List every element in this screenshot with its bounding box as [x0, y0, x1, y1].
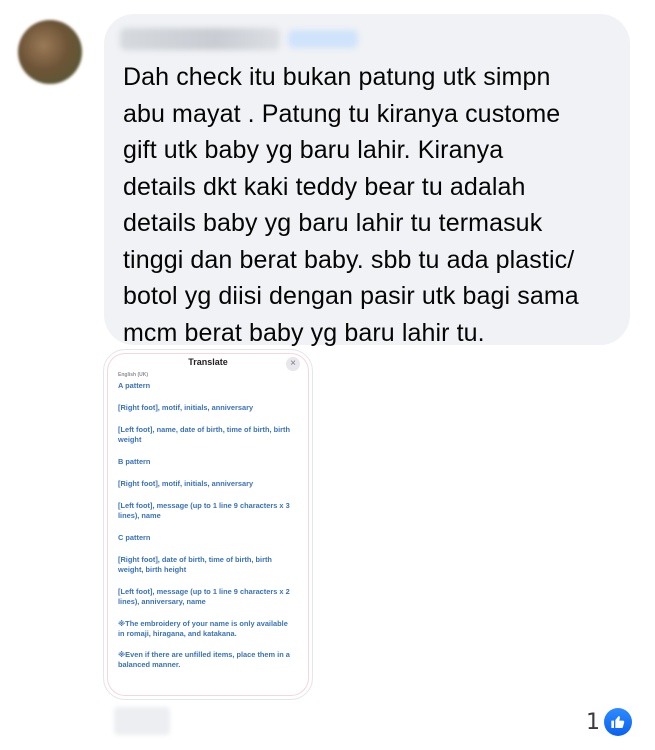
comment-line: botol yg diisi dengan pasir utk bagi sam… — [123, 282, 579, 310]
translation-item: ※The embroidery of your name is only ava… — [118, 619, 288, 638]
reaction-summary[interactable]: 1 — [586, 706, 632, 738]
author-name-blurred[interactable] — [120, 28, 280, 50]
translate-language: English (UK) — [118, 372, 148, 378]
translation-item: B pattern — [118, 457, 151, 466]
comment-line: Dah check itu bukan patung utk simpn — [123, 63, 551, 91]
close-icon: × — [286, 357, 300, 371]
translation-item: C pattern — [118, 533, 151, 542]
attached-screenshot[interactable]: Translate × English (UK) A pattern [Righ… — [103, 349, 313, 700]
commenter-avatar[interactable] — [18, 20, 82, 84]
translation-item: ※Even if there are unfilled items, place… — [118, 650, 290, 669]
translation-item: [Right foot], motif, initials, anniversa… — [118, 403, 254, 412]
comment-text: Dah check itu bukan patung utk simpn abu… — [123, 59, 618, 351]
translation-item: [Left foot], message (up to 1 line 9 cha… — [118, 501, 290, 520]
comment-bubble: Dah check itu bukan patung utk simpn abu… — [104, 14, 630, 347]
comment-line: details dkt kaki teddy bear tu adalah — [123, 172, 526, 201]
comment-line: tinggi dan berat baby. sbb tu ada plasti… — [123, 245, 575, 274]
translation-item: [Right foot], motif, initials, anniversa… — [118, 479, 254, 488]
comment-line: abu mayat . Patung tu kiranya custome — [123, 99, 561, 128]
translation-item: A pattern — [118, 381, 151, 390]
action-links-blurred — [114, 707, 170, 735]
translate-header: Translate × — [104, 350, 312, 374]
translation-item: [Left foot], name, date of birth, time o… — [118, 425, 291, 444]
reaction-count: 1 — [586, 709, 600, 735]
comment-line: mcm berat baby yg baru lahir tu. — [123, 318, 485, 347]
comment-line: details baby yg baru lahir tu termasuk — [123, 209, 543, 237]
translation-item: [Left foot], message (up to 1 line 9 cha… — [118, 587, 290, 606]
translation-item: [Right foot], date of birth, time of bir… — [118, 555, 272, 574]
translation-list: A pattern [Right foot], motif, initials,… — [118, 381, 294, 681]
translate-title: Translate — [188, 357, 228, 367]
author-badge-blurred — [288, 30, 358, 48]
comment-line: gift utk baby yg baru lahir. Kiranya — [123, 136, 504, 164]
like-icon — [604, 708, 632, 736]
